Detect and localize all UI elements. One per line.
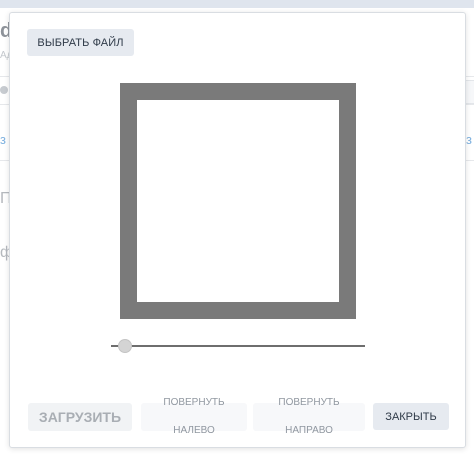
background-link-fragment: з <box>0 132 6 147</box>
choose-file-button[interactable]: ВЫБРАТЬ ФАЙЛ <box>27 29 134 56</box>
zoom-slider-track[interactable] <box>111 345 365 347</box>
zoom-slider[interactable] <box>111 338 365 354</box>
upload-button[interactable]: ЗАГРУЗИТЬ <box>28 403 132 431</box>
zoom-slider-thumb[interactable] <box>118 339 133 353</box>
rotate-left-label-line2: НАЛЕВО <box>173 425 215 436</box>
close-button[interactable]: ЗАКРЫТЬ <box>373 403 449 430</box>
image-crop-dialog: ВЫБРАТЬ ФАЙЛ ЗАГРУЗИТЬ ПОВЕРНУТЬ НАЛЕВО … <box>9 12 466 448</box>
rotate-right-button[interactable]: ПОВЕРНУТЬ НАПРАВО <box>253 397 365 436</box>
rotate-left-button[interactable]: ПОВЕРНУТЬ НАЛЕВО <box>141 397 247 436</box>
rotate-right-label-line2: НАПРАВО <box>285 425 333 436</box>
background-link-fragment-right: з <box>466 132 472 147</box>
rotate-left-label-line1: ПОВЕРНУТЬ <box>163 397 225 408</box>
crop-frame[interactable] <box>120 83 356 319</box>
background-dot <box>0 86 8 94</box>
background-top-bar <box>0 0 474 8</box>
crop-preview-area[interactable] <box>137 100 339 302</box>
rotate-right-label-line1: ПОВЕРНУТЬ <box>278 397 340 408</box>
